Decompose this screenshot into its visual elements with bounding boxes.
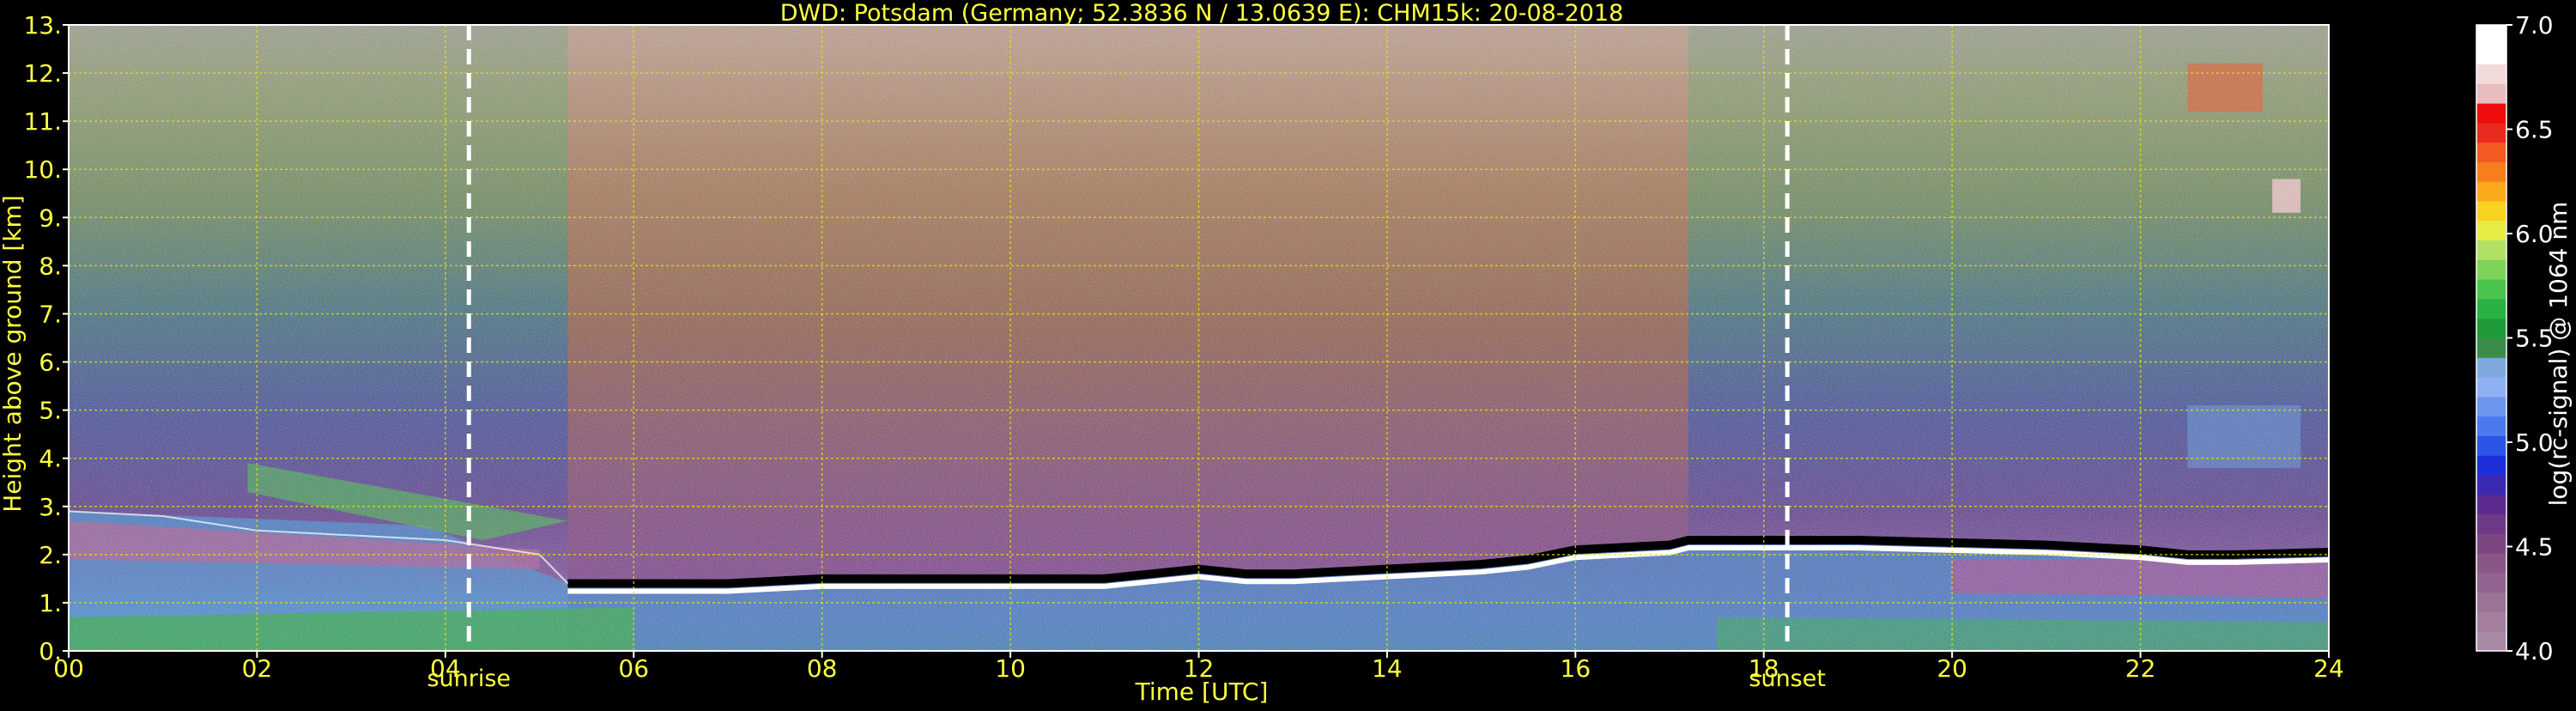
colorbar-segment [2476, 318, 2506, 338]
colorbar-tick-label: 7.0 [2515, 11, 2554, 40]
x-tick-label: 24 [2313, 654, 2344, 683]
colorbar-segment [2476, 631, 2506, 652]
colorbar-tick-label: 4.5 [2515, 533, 2554, 562]
colorbar-segment [2476, 181, 2506, 202]
colorbar-segment [2476, 357, 2506, 378]
ceilometer-figure: sunrise sunset 00 02 04 06 08 10 12 14 16 18 20 22 24 0… [0, 0, 2576, 708]
x-axis-label: Time [UTC] [1135, 678, 1269, 706]
ceilometer-plot: sunrise sunset00 02 04 06 08 10 12 14 16 18 20 22 240… [0, 0, 2573, 706]
colorbar-segment [2476, 514, 2506, 534]
colorbar-segment [2476, 494, 2506, 515]
colorbar-segment [2476, 103, 2506, 124]
colorbar-tick-label: 6.5 [2515, 116, 2554, 144]
y-tick-label: 8. [39, 252, 62, 280]
x-tick-label: 14 [1372, 654, 1403, 683]
colorbar-segment [2476, 83, 2506, 104]
colorbar-label: log(rc-signal) @ 1064 nm [2544, 202, 2573, 507]
colorbar-segment [2476, 416, 2506, 436]
colorbar-segment [2476, 533, 2506, 554]
chart-title: DWD: Potsdam (Germany; 52.3836 N / 13.06… [780, 0, 1624, 27]
colorbar-segment [2476, 259, 2506, 280]
colorbar-segment [2476, 220, 2506, 241]
colorbar: 4.04.55.05.56.06.57.0 [2476, 11, 2554, 665]
y-tick-label: 7. [39, 300, 62, 328]
x-tick-label: 18 [1749, 654, 1779, 683]
colorbar-segment [2476, 240, 2506, 260]
colorbar-segment [2476, 455, 2506, 476]
x-tick-label: 04 [430, 654, 461, 683]
x-tick-label: 16 [1561, 654, 1591, 683]
y-tick-label: 1. [39, 589, 62, 617]
colorbar-segment [2476, 572, 2506, 593]
colorbar-segment [2476, 64, 2506, 84]
y-tick-label: 5. [39, 397, 62, 425]
colorbar-segment [2476, 142, 2506, 162]
colorbar-segment [2476, 611, 2506, 632]
y-tick-label: 6. [39, 349, 62, 377]
y-tick-label: 9. [39, 204, 62, 232]
colorbar-tick-label: 4.0 [2515, 637, 2554, 665]
y-tick-label: 13. [23, 11, 62, 40]
colorbar-segment [2476, 25, 2506, 46]
y-tick-label: 11. [23, 107, 62, 136]
colorbar-segment [2476, 592, 2506, 612]
y-tick-label: 12. [23, 59, 62, 88]
x-tick-label: 08 [807, 654, 838, 683]
colorbar-segment [2476, 44, 2506, 65]
colorbar-segment [2476, 161, 2506, 182]
x-tick-label: 06 [618, 654, 649, 683]
colorbar-segment [2476, 377, 2506, 398]
y-tick-label: 2. [39, 541, 62, 569]
colorbar-segment [2476, 435, 2506, 456]
y-tick-label: 10. [23, 155, 62, 184]
y-tick-label: 0. [39, 637, 62, 665]
y-tick-label: 4. [39, 445, 62, 473]
colorbar-segment [2476, 201, 2506, 222]
x-tick-label: 10 [995, 654, 1026, 683]
x-tick-label: 02 [242, 654, 273, 683]
y-tick-label: 3. [39, 493, 62, 521]
x-tick-label: 22 [2125, 654, 2156, 683]
colorbar-segment [2476, 337, 2506, 358]
colorbar-segment [2476, 298, 2506, 319]
colorbar-segment [2476, 553, 2506, 574]
colorbar-segment [2476, 279, 2506, 300]
colorbar-segment [2476, 474, 2506, 495]
colorbar-segment [2476, 396, 2506, 417]
x-tick-label: 20 [1937, 654, 1967, 683]
y-axis-label: Height above ground [km] [0, 195, 27, 513]
colorbar-segment [2476, 122, 2506, 143]
